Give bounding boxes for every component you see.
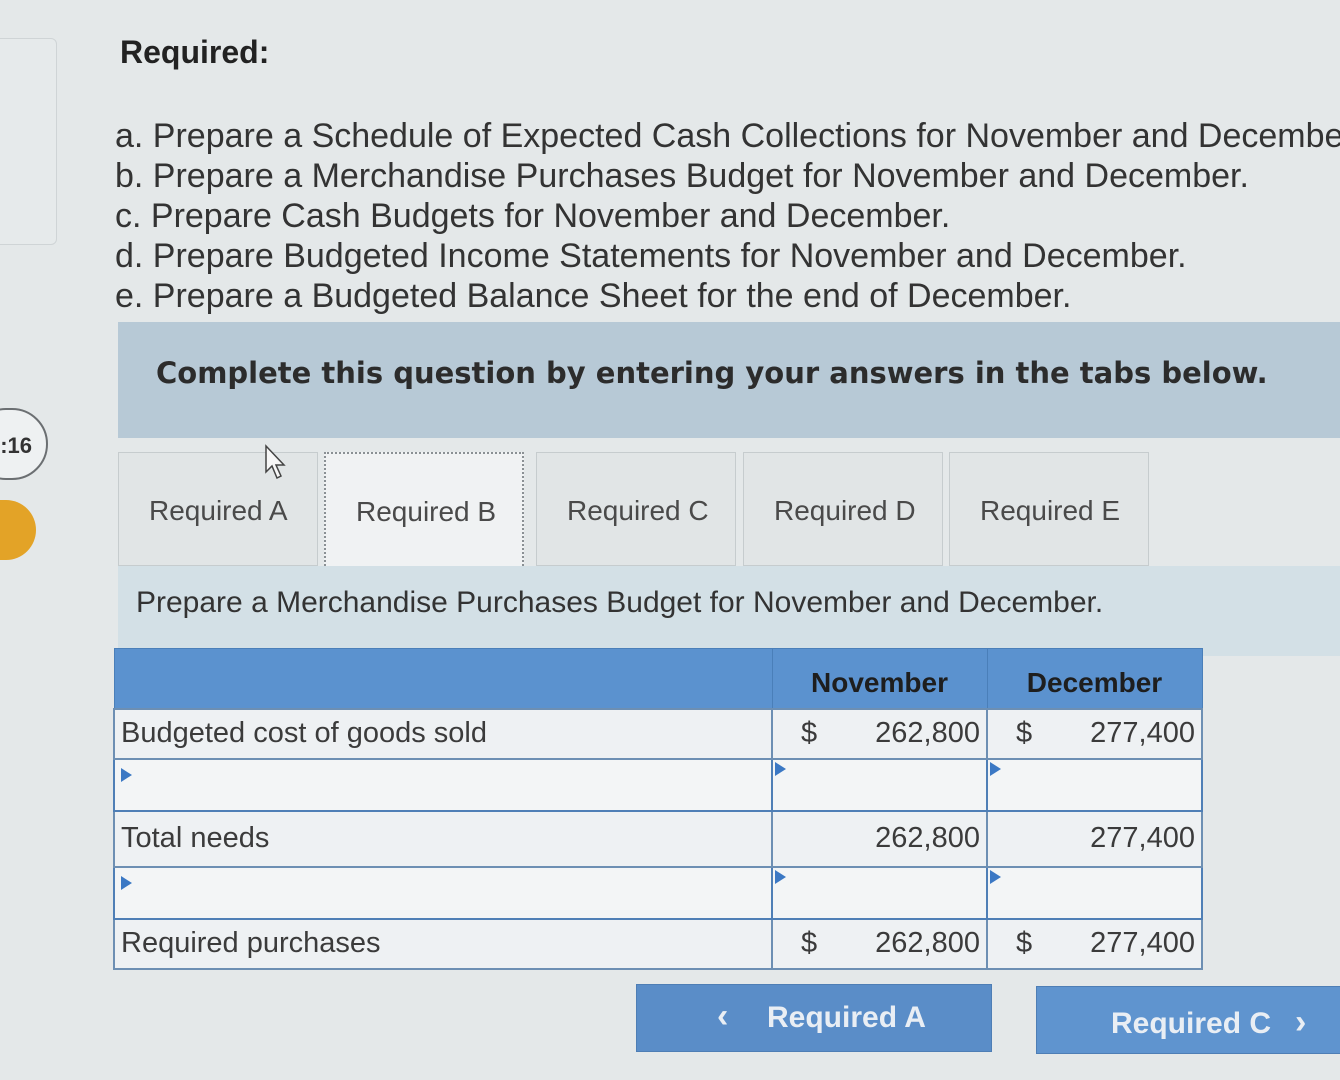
november-total-needs: 262,800 [771, 809, 988, 868]
requirement-d: d. Prepare Budgeted Income Statements fo… [115, 237, 1187, 275]
input-marker-icon [775, 761, 786, 776]
sidebar-card [0, 38, 57, 245]
status-indicator [0, 500, 36, 560]
row-label-input[interactable] [113, 865, 773, 920]
banner-text: Complete this question by entering your … [156, 356, 1268, 390]
row-label-required-purchases: Required purchases [113, 917, 773, 970]
dollar-sign: $ [801, 717, 818, 749]
instruction-text: Prepare a Merchandise Purchases Budget f… [136, 586, 1104, 619]
requirement-b: b. Prepare a Merchandise Purchases Budge… [115, 157, 1249, 195]
november-input-cell[interactable] [771, 757, 988, 812]
requirement-c: c. Prepare Cash Budgets for November and… [115, 197, 951, 235]
december-cogs-cell[interactable]: $277,400 [986, 707, 1203, 760]
tab-required-c[interactable]: Required C [536, 452, 736, 566]
input-marker-icon [990, 761, 1001, 776]
input-marker-icon [990, 869, 1001, 884]
instructions-banner: Complete this question by entering your … [118, 322, 1340, 438]
chevron-right-icon: › [1295, 1003, 1307, 1041]
timer-badge: 0:16 [0, 408, 48, 480]
dollar-sign: $ [1016, 717, 1033, 749]
table-row [113, 865, 1203, 920]
december-input-cell[interactable] [986, 865, 1203, 920]
input-marker-icon [121, 768, 132, 782]
december-cogs-value: 277,400 [1090, 717, 1195, 749]
header-november: November [771, 648, 988, 709]
tab-required-b[interactable]: Required B [324, 452, 524, 570]
november-cogs-value: 262,800 [875, 717, 980, 749]
table-header-row: November December [113, 648, 1203, 709]
requirement-e: e. Prepare a Budgeted Balance Sheet for … [115, 277, 1072, 315]
december-required-purchases: $277,400 [986, 917, 1203, 970]
row-label-total-needs: Total needs [113, 809, 773, 868]
row-label-input[interactable] [113, 757, 773, 812]
row-label-cogs[interactable]: Budgeted cost of goods sold [113, 707, 773, 760]
chevron-left-icon: ‹ [717, 997, 729, 1035]
mouse-cursor-icon [265, 444, 286, 480]
table-row: Total needs 262,800 277,400 [113, 809, 1203, 868]
tab-required-d[interactable]: Required D [743, 452, 943, 566]
required-heading: Required: [120, 34, 270, 70]
input-marker-icon [121, 876, 132, 890]
tab-instruction: Prepare a Merchandise Purchases Budget f… [118, 566, 1340, 656]
december-input-cell[interactable] [986, 757, 1203, 812]
table-row: Budgeted cost of goods sold $262,800 $27… [113, 707, 1203, 760]
dollar-sign: $ [801, 927, 818, 959]
header-label [113, 648, 773, 709]
dollar-sign: $ [1016, 927, 1033, 959]
header-december: December [986, 648, 1203, 709]
november-cogs-cell[interactable]: $262,800 [771, 707, 988, 760]
next-button-label: Required C [1111, 1007, 1272, 1040]
prev-required-a-button[interactable]: ‹ Required A [636, 984, 992, 1052]
december-total-needs: 277,400 [986, 809, 1203, 868]
purchases-budget-table: November December Budgeted cost of goods… [113, 648, 1203, 970]
november-required-purchases: $262,800 [771, 917, 988, 970]
table-row: Required purchases $262,800 $277,400 [113, 917, 1203, 970]
table-row [113, 757, 1203, 812]
prev-button-label: Required A [767, 1001, 926, 1034]
requirement-a: a. Prepare a Schedule of Expected Cash C… [115, 117, 1340, 155]
next-required-c-button[interactable]: Required C › [1036, 986, 1340, 1054]
input-marker-icon [775, 869, 786, 884]
tab-required-e[interactable]: Required E [949, 452, 1149, 566]
requirements-list: a. Prepare a Schedule of Expected Cash C… [115, 116, 1340, 316]
november-input-cell[interactable] [771, 865, 988, 920]
